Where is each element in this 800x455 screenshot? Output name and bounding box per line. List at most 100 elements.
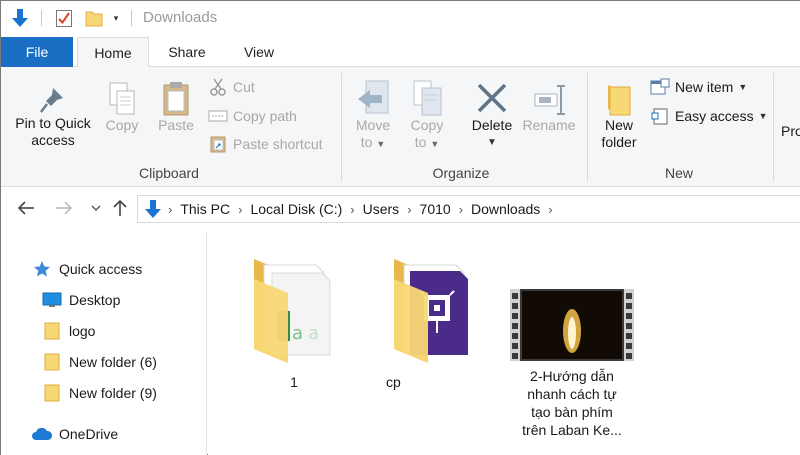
file-name: 1: [290, 374, 298, 390]
nav-item-new-folder-6[interactable]: New folder (6): [41, 350, 157, 374]
tab-share[interactable]: Share: [151, 37, 223, 67]
new-item-label: New item: [675, 79, 734, 95]
easy-access-icon: [649, 106, 671, 126]
delete-x-icon: [467, 79, 517, 117]
nav-item-label: New folder (6): [69, 354, 157, 370]
copy-path-button[interactable]: Copy path: [207, 105, 297, 127]
chevron-down-icon: ▼: [430, 139, 440, 149]
paste-icon: [153, 79, 199, 117]
nav-item-label: OneDrive: [59, 426, 119, 442]
tab-home[interactable]: Home: [77, 37, 149, 68]
properties-label-partial: Pro: [781, 123, 800, 139]
paste-label: Paste: [158, 117, 194, 133]
copy-button[interactable]: Copy: [101, 79, 143, 134]
breadcrumb-local-disk[interactable]: Local Disk (C:): [250, 201, 342, 217]
breadcrumb-users[interactable]: Users: [363, 201, 400, 217]
recent-locations-chevron-icon[interactable]: [85, 197, 107, 219]
pin-label-line1: Pin to Quick: [15, 115, 91, 131]
file-name: cp: [386, 374, 401, 390]
move-to-line1: Move: [355, 117, 391, 133]
nav-item-label: logo: [69, 323, 96, 339]
ribbon-group-separator: [773, 73, 774, 181]
address-bar[interactable]: › This PC › Local Disk (C:) › Users › 70…: [137, 195, 800, 223]
breadcrumb-separator-icon: ›: [407, 201, 412, 217]
breadcrumb-separator-icon: ›: [458, 201, 464, 217]
pin-to-quick-access-button[interactable]: Pin to Quick access: [7, 83, 99, 149]
title-separator: [131, 10, 132, 26]
paste-shortcut-icon: [207, 134, 229, 154]
new-folder-button[interactable]: New folder: [595, 77, 643, 151]
properties-icon[interactable]: [53, 7, 75, 29]
tab-view[interactable]: View: [223, 37, 295, 67]
chevron-down-icon: ▼: [487, 137, 497, 148]
nav-item-new-folder-9[interactable]: New folder (9): [41, 381, 157, 405]
file-name-line: tạo bàn phím: [531, 404, 613, 420]
file-list-view: a a 1 cp 2-Hướng dẫn nhanh cách tự tạo b…: [208, 231, 800, 455]
folder-icon: [41, 352, 63, 372]
ribbon-tabs: File Home Share View: [1, 37, 800, 68]
chevron-down-icon: ▼: [738, 82, 748, 92]
nav-item-label: New folder (9): [69, 385, 157, 401]
new-group-label: New: [664, 165, 693, 181]
easy-access-button[interactable]: Easy access ▼: [649, 105, 768, 127]
desktop-icon: [41, 290, 63, 310]
breadcrumb-downloads[interactable]: Downloads: [471, 201, 540, 217]
new-folder-icon[interactable]: [83, 7, 105, 29]
nav-item-onedrive[interactable]: OneDrive: [31, 422, 118, 446]
nav-item-logo[interactable]: logo: [41, 319, 95, 343]
move-to-button[interactable]: Move to ▼: [349, 77, 397, 153]
back-arrow-icon[interactable]: [15, 197, 37, 219]
forward-arrow-icon[interactable]: [53, 197, 75, 219]
rename-button[interactable]: Rename: [519, 77, 579, 134]
new-folder-line1: New: [604, 117, 633, 133]
file-item-folder-cp[interactable]: cp: [378, 249, 478, 390]
paste-button[interactable]: Paste: [153, 79, 199, 134]
copy-to-button[interactable]: Copy to ▼: [405, 77, 449, 153]
file-name-line: trên Laban Ke...: [522, 422, 622, 438]
organize-group-label: Organize: [432, 165, 490, 181]
up-arrow-icon[interactable]: [109, 197, 131, 219]
copy-label: Copy: [105, 117, 139, 133]
navigation-bar: › This PC › Local Disk (C:) › Users › 70…: [1, 187, 800, 231]
nav-item-label: Desktop: [69, 292, 121, 308]
customize-dropdown-icon[interactable]: ▾: [109, 7, 123, 29]
navigation-pane: Quick access Desktop logo New folder (6)…: [1, 231, 207, 455]
cut-label: Cut: [233, 79, 255, 95]
ribbon: Pin to Quick access Copy Paste Cut Copy …: [1, 67, 800, 187]
breadcrumb-separator-icon: ›: [548, 201, 553, 217]
folder-icon: [41, 383, 63, 403]
cut-button[interactable]: Cut: [207, 76, 255, 98]
ribbon-group-separator: [341, 73, 342, 181]
qat-separator: [41, 10, 42, 26]
new-item-button[interactable]: New item ▼: [649, 76, 747, 98]
chevron-down-icon: ▼: [758, 111, 768, 121]
file-item-video[interactable]: 2-Hướng dẫn nhanh cách tự tạo bàn phím t…: [502, 285, 642, 455]
downloads-location-icon: [144, 199, 162, 219]
pin-icon: [7, 83, 99, 115]
delete-button[interactable]: Delete ▼: [467, 79, 517, 151]
ribbon-group-separator: [587, 73, 588, 181]
properties-button-partial[interactable]: Pro: [781, 123, 800, 140]
tab-file[interactable]: File: [1, 37, 73, 67]
pin-label-line2: access: [31, 132, 75, 148]
breadcrumb-this-pc[interactable]: This PC: [180, 201, 230, 217]
new-item-icon: [649, 77, 671, 97]
file-name-line: nhanh cách tự: [527, 386, 617, 402]
file-item-folder-1[interactable]: a a 1: [244, 249, 344, 390]
file-name-line: 2-Hướng dẫn: [530, 368, 614, 384]
breadcrumb-7010[interactable]: 7010: [420, 201, 451, 217]
nav-item-desktop[interactable]: Desktop: [41, 288, 120, 312]
svg-text:a: a: [292, 323, 303, 344]
clipboard-group-label: Clipboard: [139, 165, 199, 181]
paste-shortcut-button[interactable]: Paste shortcut: [207, 133, 323, 155]
download-arrow-icon: [9, 7, 31, 29]
copy-path-label: Copy path: [233, 108, 297, 124]
chevron-down-icon: ▼: [376, 139, 386, 149]
breadcrumb-separator-icon: ›: [168, 201, 173, 217]
nav-item-quick-access[interactable]: Quick access: [31, 257, 142, 281]
copy-icon: [101, 79, 143, 117]
title-bar: ▾ Downloads: [1, 1, 800, 37]
breadcrumb-separator-icon: ›: [350, 201, 355, 217]
delete-label: Delete: [471, 117, 513, 133]
scissors-icon: [207, 77, 229, 97]
